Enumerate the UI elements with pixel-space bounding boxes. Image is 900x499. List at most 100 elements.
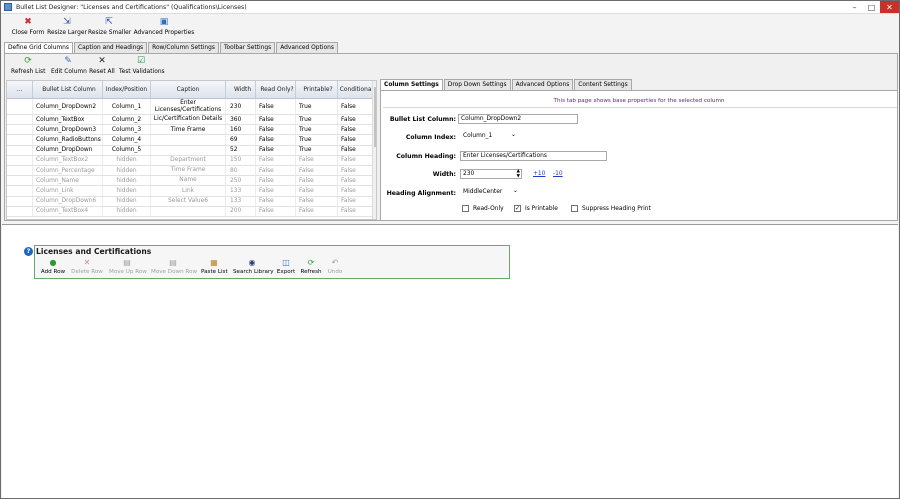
add-row-button[interactable]: ● Add Row (40, 258, 66, 278)
table-cell[interactable]: False (256, 99, 296, 114)
table-cell[interactable]: Column_RadioButtons (33, 135, 103, 145)
table-cell[interactable]: False (296, 206, 338, 216)
paste-list-button[interactable]: ▦ Paste List (201, 258, 228, 278)
search-library-button[interactable]: ◉ Search Library (233, 258, 274, 278)
table-cell[interactable]: Select Value6 (151, 196, 226, 206)
resize-smaller-button[interactable]: ⇱ Resize Smaller (88, 17, 131, 41)
table-cell[interactable]: Column_Name (33, 176, 103, 186)
table-row[interactable]: Column_Link hidden Link 133 False False False (7, 186, 376, 197)
table-cell[interactable]: hidden (103, 155, 151, 165)
grid-header[interactable]: Read Only? (256, 81, 296, 98)
table-cell[interactable]: True (296, 145, 338, 155)
table-cell[interactable]: 80 (226, 165, 256, 176)
delete-row-button[interactable]: ✕ Delete Row (71, 258, 103, 278)
width-minus-10-link[interactable]: -10 (553, 171, 563, 177)
columns-grid[interactable]: ... Bullet List Column Index/Position Ca… (6, 80, 377, 220)
table-cell[interactable]: hidden (103, 176, 151, 186)
table-row[interactable]: Column_DropDown Column_5 52 False True False (7, 145, 376, 156)
tab-drop-down-settings[interactable]: Drop Down Settings (443, 79, 511, 90)
row-selector[interactable] (7, 186, 33, 196)
grid-vertical-scrollbar[interactable] (372, 81, 376, 219)
table-cell[interactable]: Enter Licenses/Certifications (151, 99, 226, 114)
grid-header[interactable]: Index/Position (103, 81, 151, 98)
table-cell[interactable]: False (256, 176, 296, 186)
tab-caption-and-headings[interactable]: Caption and Headings (73, 42, 148, 53)
table-cell[interactable]: Column_5 (103, 145, 151, 155)
table-cell[interactable] (151, 145, 226, 155)
grid-header[interactable]: Bullet List Column (33, 81, 103, 98)
table-cell[interactable]: Link (151, 186, 226, 196)
table-cell[interactable]: False (338, 145, 376, 155)
move-down-row-button[interactable]: ▤ Move Down Row (151, 258, 197, 278)
table-cell[interactable]: False (256, 206, 296, 216)
tab-advanced-options[interactable]: Advanced Options (276, 42, 338, 53)
table-cell[interactable]: False (256, 145, 296, 155)
table-cell[interactable]: True (296, 115, 338, 125)
table-cell[interactable]: Column_TextBox2 (33, 155, 103, 165)
grid-header[interactable]: ... (7, 81, 33, 98)
table-cell[interactable]: Column_1 (103, 99, 151, 114)
table-cell[interactable]: False (296, 186, 338, 196)
table-cell[interactable]: 150 (226, 155, 256, 165)
table-cell[interactable]: Department (151, 155, 226, 165)
table-cell[interactable]: False (256, 155, 296, 165)
table-cell[interactable]: False (256, 196, 296, 206)
bullet-list-column-field[interactable]: Column_DropDown2 (458, 114, 578, 124)
undo-button[interactable]: ↶ Undo (326, 258, 344, 278)
tab-advanced-options-settings[interactable]: Advanced Options (511, 79, 574, 90)
table-cell[interactable]: hidden (103, 206, 151, 216)
table-cell[interactable]: False (338, 135, 376, 145)
table-row[interactable]: Column_DropDown2 Column_1 Enter Licenses/C… (7, 99, 376, 115)
table-cell[interactable]: 133 (226, 186, 256, 196)
table-cell[interactable]: hidden (103, 186, 151, 196)
table-cell[interactable] (151, 206, 226, 216)
table-cell[interactable]: Lic/Certification Details (151, 115, 226, 125)
column-index-dropdown[interactable]: Column_1 ⌄ (463, 132, 523, 139)
tab-toolbar-settings[interactable]: Toolbar Settings (219, 42, 276, 53)
table-cell[interactable]: Column_4 (103, 135, 151, 145)
advanced-properties-button[interactable]: ▣ Advanced Properties (133, 17, 195, 41)
close-form-button[interactable]: ✖ Close Form (9, 17, 47, 41)
refresh-list-button[interactable]: ⟳ Refresh List (11, 56, 45, 80)
row-selector[interactable] (7, 135, 33, 145)
table-cell[interactable]: 133 (226, 196, 256, 206)
table-cell[interactable]: Name (151, 176, 226, 186)
test-validations-button[interactable]: ☑ Test Validations (119, 56, 165, 80)
table-cell[interactable]: hidden (103, 196, 151, 206)
help-icon[interactable]: ? (24, 247, 33, 256)
table-cell[interactable]: False (338, 125, 376, 135)
table-cell[interactable]: False (296, 165, 338, 176)
row-selector[interactable] (7, 176, 33, 186)
table-cell[interactable]: Time Frame (151, 125, 226, 135)
row-selector[interactable] (7, 125, 33, 135)
grid-header[interactable]: Printable? (296, 81, 338, 98)
table-cell[interactable]: False (256, 115, 296, 125)
table-cell[interactable]: Column_TextBox4 (33, 206, 103, 216)
table-cell[interactable]: 200 (226, 206, 256, 216)
table-cell[interactable]: True (296, 135, 338, 145)
row-selector[interactable] (7, 155, 33, 165)
window-close-icon[interactable]: ✕ (880, 1, 899, 13)
tab-row-column-settings[interactable]: Row/Column Settings (148, 42, 219, 53)
table-cell[interactable]: 250 (226, 176, 256, 186)
grid-header[interactable]: Conditional? (338, 81, 376, 98)
refresh-button[interactable]: ⟳ Refresh (300, 258, 322, 278)
table-cell[interactable]: False (338, 176, 376, 186)
row-selector[interactable] (7, 206, 33, 216)
table-row[interactable]: Column_DropDown3 Column_3 Time Frame 160 Fal… (7, 125, 376, 136)
row-selector[interactable] (7, 115, 33, 125)
table-cell[interactable]: 230 (226, 99, 256, 114)
grid-header[interactable]: Width (226, 81, 256, 98)
heading-alignment-dropdown[interactable]: MiddleCenter ⌄ (463, 188, 523, 195)
row-selector[interactable] (7, 196, 33, 206)
table-cell[interactable]: Column_3 (103, 125, 151, 135)
row-selector[interactable] (7, 165, 33, 176)
table-cell[interactable]: True (296, 99, 338, 114)
table-cell[interactable]: Column_DropDown2 (33, 99, 103, 114)
table-cell[interactable] (151, 135, 226, 145)
export-button[interactable]: ◫ Export (276, 258, 296, 278)
table-cell[interactable]: False (338, 155, 376, 165)
table-cell[interactable]: 69 (226, 135, 256, 145)
edit-column-button[interactable]: ✎ Edit Column (51, 56, 87, 80)
table-cell[interactable]: Column_Percentage (33, 165, 103, 176)
